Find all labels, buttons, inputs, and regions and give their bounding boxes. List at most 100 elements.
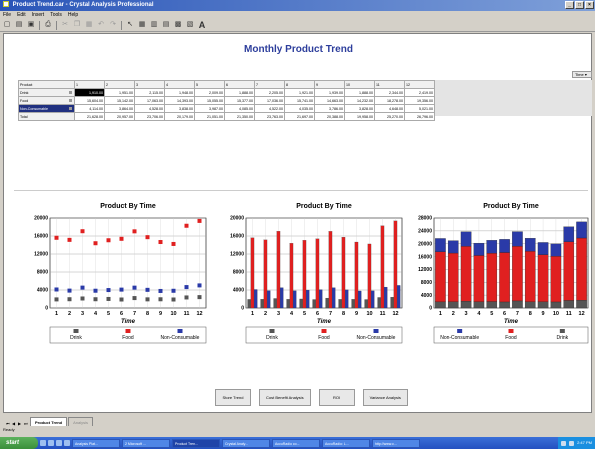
grid-icon[interactable]: ▦ xyxy=(138,21,146,29)
grid-cell[interactable]: 23,706.00 xyxy=(134,112,165,121)
grid-cell[interactable]: 4,114.00 xyxy=(74,104,105,113)
quicklaunch-icon[interactable] xyxy=(40,440,46,446)
cut-icon[interactable]: ✂ xyxy=(61,21,69,29)
grid-column-header[interactable]: 8 xyxy=(284,80,315,89)
grid-cell[interactable]: 1,951.00 xyxy=(104,88,135,97)
grid-column-header[interactable]: 2 xyxy=(104,80,135,89)
redo-icon[interactable]: ↷ xyxy=(109,21,117,29)
line-chart-container[interactable]: Product By Time 0 4000 8000 12000 16000 20000 1… xyxy=(28,200,213,362)
grid-cell[interactable]: 4,085.00 xyxy=(224,104,255,113)
grid-column-header[interactable]: 1 xyxy=(74,80,105,89)
grid-cell[interactable]: 2,115.00 xyxy=(134,88,165,97)
picture-icon[interactable]: ▧ xyxy=(186,21,194,29)
grid-cell[interactable]: 21,628.00 xyxy=(74,112,105,121)
product-bar-chart[interactable]: Product By Time 0 4000 8000 12000 16000 20000 1… xyxy=(224,200,409,360)
menu-file[interactable]: File xyxy=(3,11,11,19)
grid-cell[interactable]: 5,021.00 xyxy=(404,104,435,113)
grid-cell[interactable]: 14,663.00 xyxy=(314,96,345,105)
grid-cell[interactable]: 21,350.00 xyxy=(224,112,255,121)
variance-analysis-button[interactable]: Variance Analysis xyxy=(362,389,408,406)
grid-cell[interactable]: 1,888.00 xyxy=(224,88,255,97)
grid-column-header[interactable]: 3 xyxy=(134,80,165,89)
product-stacked-chart[interactable]: Product By Time 0 4000 8000 12000 16000 20000 2… xyxy=(412,200,592,360)
grid-cell[interactable]: 17,063.00 xyxy=(134,96,165,105)
tab-product-trend[interactable]: Product Trend xyxy=(30,417,68,426)
grid-cell[interactable]: 2,344.00 xyxy=(374,88,405,97)
grid-cell[interactable]: 3,987.00 xyxy=(194,104,225,113)
image-icon[interactable]: ▩ xyxy=(174,21,182,29)
grid-dimension-label[interactable]: Product xyxy=(18,80,75,89)
grid-cell[interactable]: 23,763.00 xyxy=(254,112,285,121)
grid-cell[interactable]: 14,232.00 xyxy=(344,96,375,105)
grid-cell[interactable]: 20,179.00 xyxy=(164,112,195,121)
grid-cell[interactable]: 15,055.00 xyxy=(194,96,225,105)
grid-cell[interactable]: 2,205.00 xyxy=(254,88,285,97)
grid-cell[interactable]: 1,939.00 xyxy=(314,88,345,97)
taskbar-item[interactable]: AccuRadio co... xyxy=(272,438,320,448)
quicklaunch-icon[interactable] xyxy=(64,440,70,446)
grid-cell[interactable]: 1,948.00 xyxy=(164,88,195,97)
row-member-icon[interactable] xyxy=(69,99,72,102)
grid-cell[interactable]: 19,958.00 xyxy=(344,112,375,121)
grid-cell[interactable]: 17,036.00 xyxy=(254,96,285,105)
grid-column-header[interactable]: 5 xyxy=(194,80,225,89)
grid-column-header[interactable]: 4 xyxy=(164,80,195,89)
grid-column-header[interactable]: 11 xyxy=(374,80,405,89)
grid-cell[interactable]: 18,278.00 xyxy=(374,96,405,105)
tray-icon[interactable] xyxy=(561,440,567,446)
grid-cell[interactable]: 15,377.00 xyxy=(224,96,255,105)
grid-cell[interactable]: 4,648.00 xyxy=(374,104,405,113)
grid-column-header[interactable]: 7 xyxy=(254,80,285,89)
grid-cell[interactable]: 15,142.00 xyxy=(104,96,135,105)
grid-cell[interactable]: 3,786.00 xyxy=(314,104,345,113)
copy-icon[interactable]: ❐ xyxy=(73,21,81,29)
grid-column-header[interactable]: 6 xyxy=(224,80,255,89)
row-member-icon[interactable] xyxy=(69,91,72,94)
grid-cell[interactable]: 3,864.00 xyxy=(104,104,135,113)
grid-cell[interactable]: 14,393.00 xyxy=(164,96,195,105)
chart-icon[interactable]: ▥ xyxy=(150,21,158,29)
page-icon[interactable]: ▤ xyxy=(162,21,170,29)
grid-cell[interactable]: 1,910.00 xyxy=(74,88,105,97)
cost-benefit-button[interactable]: Cost Benefit Analysis xyxy=(259,389,311,406)
row-member-icon[interactable] xyxy=(69,107,72,110)
text-icon[interactable]: A xyxy=(198,21,206,30)
grid-cell[interactable]: 2,009.00 xyxy=(194,88,225,97)
menu-tools[interactable]: Tools xyxy=(50,11,62,19)
grid-cell[interactable]: 21,697.00 xyxy=(284,112,315,121)
grid-column-header[interactable]: 12 xyxy=(404,80,435,89)
grid-row-label[interactable]: Drink xyxy=(18,88,75,97)
tray-icon[interactable] xyxy=(569,440,575,446)
print-icon[interactable]: ⎙ xyxy=(44,21,52,29)
taskbar-item[interactable]: Analysis Plat... xyxy=(72,438,120,448)
data-grid[interactable]: Product 1 2 3 4 5 6 7 8 9 10 11 12 Drink 1,910.00 1,951… xyxy=(18,80,435,121)
grid-cell[interactable]: 19,356.00 xyxy=(404,96,435,105)
taskbar-item[interactable]: AccuRadio: L... xyxy=(322,438,370,448)
taskbar-item[interactable]: 2 Microsoft ... xyxy=(122,438,170,448)
grid-cell[interactable]: 20,957.00 xyxy=(104,112,135,121)
grid-row-label[interactable]: Non-Consumable xyxy=(18,104,75,113)
store-trend-button[interactable]: Store Trend xyxy=(215,389,251,406)
new-icon[interactable]: ▢ xyxy=(3,21,11,29)
grid-row[interactable]: Total 21,628.00 20,957.00 23,706.00 20,179.0… xyxy=(18,112,435,121)
taskbar-item[interactable]: Crystal Analy... xyxy=(222,438,270,448)
grid-cell[interactable]: 21,051.00 xyxy=(194,112,225,121)
quicklaunch-icon[interactable] xyxy=(48,440,54,446)
grid-cell[interactable]: 20,388.00 xyxy=(314,112,345,121)
grid-row-label[interactable]: Total xyxy=(18,112,75,121)
menu-edit[interactable]: Edit xyxy=(17,11,26,19)
pointer-icon[interactable]: ↖ xyxy=(126,21,134,29)
grid-cell[interactable]: 25,270.00 xyxy=(374,112,405,121)
grid-cell[interactable]: 1,888.00 xyxy=(344,88,375,97)
time-dimension-dropdown[interactable]: Time ▾ xyxy=(572,71,592,78)
grid-cell[interactable]: 4,522.00 xyxy=(254,104,285,113)
roi-button[interactable]: ROI xyxy=(318,389,355,406)
save-icon[interactable]: ▣ xyxy=(27,21,35,29)
grid-row-label[interactable]: Food xyxy=(18,96,75,105)
grid-row[interactable]: Drink 1,910.00 1,951.00 2,115.00 1,948.00 2,0… xyxy=(18,88,435,97)
grid-cell[interactable]: 3,828.00 xyxy=(344,104,375,113)
grid-column-header[interactable]: 10 xyxy=(344,80,375,89)
grid-cell[interactable]: 4,528.00 xyxy=(134,104,165,113)
grid-cell[interactable]: 1,921.00 xyxy=(284,88,315,97)
taskbar-item[interactable]: Product Tren... xyxy=(172,438,220,448)
